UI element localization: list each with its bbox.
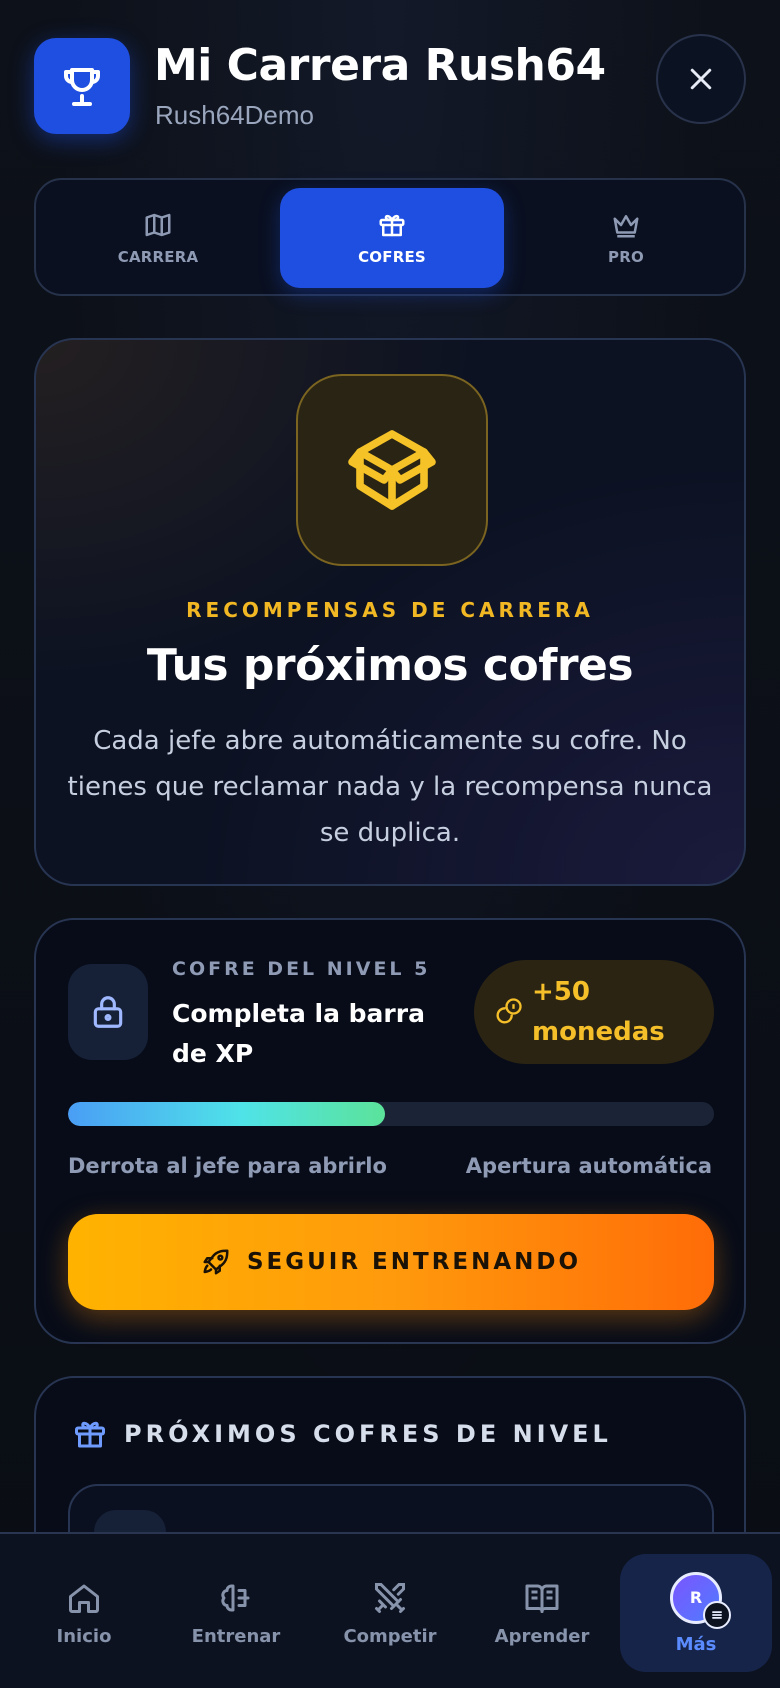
keep-training-label: SEGUIR ENTRENANDO [246,1249,582,1275]
trophy-icon [64,68,100,106]
chest-tile [296,374,488,566]
nav-aprender[interactable]: Aprender [466,1554,618,1672]
chest-task: Completa la barra de XP [172,999,425,1068]
upcoming-chests-header: PRÓXIMOS COFRES DE NIVEL [72,1416,612,1452]
rocket-icon [203,1249,229,1275]
xp-progress-fill [68,1102,385,1126]
nav-label: Inicio [56,1625,112,1647]
header: Mi Carrera Rush64 Rush64Demo [34,34,746,134]
gift-icon [75,1421,105,1448]
nav-competir[interactable]: Competir [314,1554,466,1672]
upcoming-chests-title: PRÓXIMOS COFRES DE NIVEL [124,1420,612,1448]
rewards-hero-card: RECOMPENSAS DE CARRERA Tus próximos cofr… [34,338,746,886]
bottom-navigation: Inicio Entrenar Competir Aprender R Más [0,1532,780,1688]
current-chest-card: COFRE DEL NIVEL 5 Completa la barra de X… [34,918,746,1344]
gift-icon [379,214,405,237]
book-icon [525,1584,559,1613]
reward-amount: +50 monedas [532,977,665,1047]
page: Mi Carrera Rush64 Rush64Demo CARRERA COF… [0,0,780,1688]
tab-label: PRO [608,248,644,266]
tab-bar: CARRERA COFRES PRO [34,178,746,296]
auto-open-label: Apertura automática [465,1154,712,1178]
close-button[interactable] [656,34,746,124]
xp-progress-bar [68,1102,714,1126]
page-title: Mi Carrera Rush64 [154,40,606,91]
map-icon [145,213,171,237]
username: Rush64Demo [155,100,314,130]
hero-title: Tus próximos cofres [146,640,634,691]
brain-icon [221,1584,250,1611]
swords-icon [375,1582,405,1613]
chest-hint: Derrota al jefe para abrirlo [68,1154,387,1178]
lock-icon [93,996,123,1028]
menu-icon [712,1610,722,1619]
coins-icon [496,998,522,1024]
keep-training-button[interactable]: SEGUIR ENTRENANDO [68,1214,714,1310]
nav-label: Más [675,1633,717,1655]
box-icon [348,430,436,510]
nav-mas[interactable]: R Más [620,1554,772,1672]
reward-badge: +50 monedas [474,960,714,1064]
chest-level-label: COFRE DEL NIVEL 5 [172,958,431,980]
nav-label: Competir [343,1625,437,1647]
tab-label: COFRES [358,248,426,266]
home-icon [69,1584,99,1613]
lock-tile [68,964,148,1060]
tab-pro[interactable]: PRO [514,188,738,288]
avatar-initial: R [689,1588,703,1607]
close-icon [690,68,712,90]
nav-entrenar[interactable]: Entrenar [160,1554,312,1672]
tab-carrera[interactable]: CARRERA [46,188,270,288]
nav-label: Aprender [494,1625,590,1647]
avatar: R [670,1571,731,1629]
nav-inicio[interactable]: Inicio [8,1554,160,1672]
menu-badge [703,1600,731,1629]
nav-label: Entrenar [191,1625,281,1647]
hero-eyebrow: RECOMPENSAS DE CARRERA [186,598,594,622]
tab-label: CARRERA [117,248,199,266]
crown-icon [613,215,639,238]
hero-description: Cada jefe abre automáticamente su cofre.… [67,726,713,848]
tab-cofres[interactable]: COFRES [280,188,504,288]
trophy-tile [34,38,130,134]
